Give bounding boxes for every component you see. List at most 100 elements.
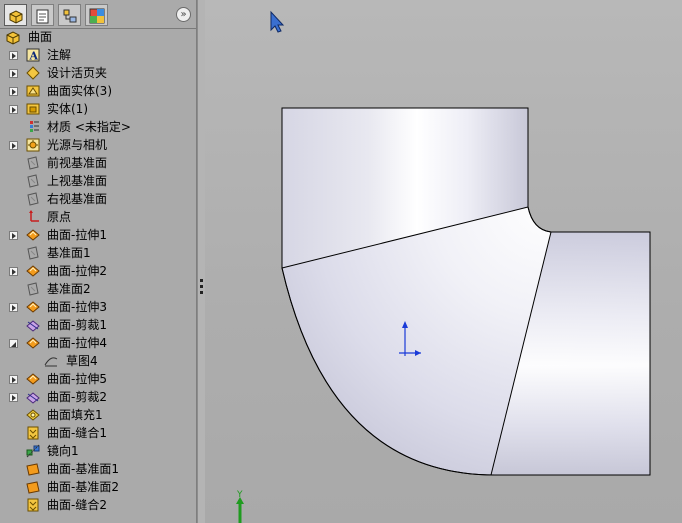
tree-item[interactable]: 曲面-缝合2: [0, 496, 196, 514]
double-chevron-right-icon: »: [180, 9, 187, 20]
tree-item[interactable]: 上视基准面: [0, 172, 196, 190]
tree-item[interactable]: 曲面-拉伸3: [0, 298, 196, 316]
surface-knit-icon: [25, 497, 41, 513]
expand-toggle-icon[interactable]: [9, 375, 18, 384]
plane-icon: [25, 191, 41, 207]
expand-toggle-icon[interactable]: [9, 303, 18, 312]
tree-item[interactable]: 曲面填充1: [0, 406, 196, 424]
tree-item-label: 曲面-拉伸1: [47, 228, 107, 242]
tree-item[interactable]: 基准面2: [0, 280, 196, 298]
tree-item-label: 基准面2: [47, 282, 91, 296]
surface-trim-icon: [25, 317, 41, 333]
tree-item-label: 前视基准面: [47, 156, 108, 170]
configuration-manager-icon: [63, 9, 77, 23]
feature-manager-tab[interactable]: [4, 4, 27, 26]
tree-item[interactable]: 草图4: [0, 352, 196, 370]
display-manager-icon: [89, 8, 105, 24]
tree-item-label: 设计活页夹: [47, 66, 108, 80]
tree-item-label: 曲面-缝合2: [47, 498, 107, 512]
expand-toggle-icon[interactable]: [9, 231, 18, 240]
tree-item[interactable]: 镜向1: [0, 442, 196, 460]
tree-item-label: 原点: [47, 210, 72, 224]
expand-toggle-icon[interactable]: [9, 87, 18, 96]
tree-item[interactable]: 曲面-拉伸1: [0, 226, 196, 244]
tree-item[interactable]: 光源与相机: [0, 136, 196, 154]
tree-item[interactable]: 曲面实体(3): [0, 82, 196, 100]
sketch-icon: [43, 353, 59, 369]
expand-toggle-icon[interactable]: [9, 51, 18, 60]
tree-item[interactable]: 曲面-拉伸4: [0, 334, 196, 352]
tree-item[interactable]: 曲面-拉伸5: [0, 370, 196, 388]
tree-item-label: 镜向1: [47, 444, 79, 458]
tree-item[interactable]: 前视基准面: [0, 154, 196, 172]
tree-item[interactable]: 基准面1: [0, 244, 196, 262]
view-triad: [236, 497, 244, 523]
material-icon: [25, 119, 41, 135]
expand-toggle-icon[interactable]: [9, 69, 18, 78]
tree-item-label: 曲面-剪裁1: [47, 318, 107, 332]
tree-item[interactable]: 曲面-基准面2: [0, 478, 196, 496]
expand-toggle-icon[interactable]: [9, 141, 18, 150]
planar-surface-icon: [25, 461, 41, 477]
feature-manager-panel: » 曲面 A 注解 设计活页夹 曲面实体(3) 实体(1) 材质 <未指定> 光源与相机 前视…: [0, 0, 197, 523]
lights-cameras-icon: [25, 137, 41, 153]
tree-item-label: 上视基准面: [47, 174, 108, 188]
tree-item-label: 曲面实体(3): [47, 84, 112, 98]
tree-item[interactable]: 曲面-缝合1: [0, 424, 196, 442]
tree-item[interactable]: 曲面-剪裁1: [0, 316, 196, 334]
configuration-manager-tab[interactable]: [58, 4, 81, 26]
tree-item[interactable]: 实体(1): [0, 100, 196, 118]
feature-manager-icon: [9, 10, 23, 24]
model-canvas[interactable]: Y: [205, 0, 682, 523]
tree-item-label: 曲面-拉伸2: [47, 264, 107, 278]
display-manager-tab[interactable]: [85, 4, 108, 26]
expand-toggle-icon[interactable]: [9, 267, 18, 276]
surface-extrude-icon: [25, 227, 41, 243]
collapse-toggle-icon[interactable]: [9, 339, 18, 348]
mirror-icon: [25, 443, 41, 459]
surface-extrude-icon: [25, 263, 41, 279]
property-manager-tab[interactable]: [31, 4, 54, 26]
plane-icon: [25, 155, 41, 171]
tree-item-label: 曲面填充1: [47, 408, 103, 422]
surface-bodies-icon: [25, 83, 41, 99]
panel-splitter[interactable]: [197, 0, 205, 523]
tree-item-label: 基准面1: [47, 246, 91, 260]
tree-item[interactable]: 曲面-剪裁2: [0, 388, 196, 406]
property-manager-icon: [36, 9, 49, 24]
solid-bodies-icon: [25, 101, 41, 117]
tree-item-label: 光源与相机: [47, 138, 108, 152]
surface-fill-icon: [25, 407, 41, 423]
tree-item-label: 草图4: [66, 354, 98, 368]
tree-item-label: 实体(1): [47, 102, 88, 116]
tree-item[interactable]: 原点: [0, 208, 196, 226]
tree-item[interactable]: 右视基准面: [0, 190, 196, 208]
splitter-grip-dot: [200, 279, 203, 282]
tree-item[interactable]: 设计活页夹: [0, 64, 196, 82]
tree-item-label: 曲面-缝合1: [47, 426, 107, 440]
tree-item-label: 注解: [47, 48, 72, 62]
cursor-arrow-icon: [270, 10, 285, 33]
collapse-panel-button[interactable]: »: [176, 7, 191, 22]
tree-item-label: 曲面-拉伸3: [47, 300, 107, 314]
tree-item[interactable]: A 注解: [0, 46, 196, 64]
tree-item-label: 曲面-拉伸4: [47, 336, 107, 350]
plane-icon: [25, 245, 41, 261]
graphics-viewport[interactable]: Y: [205, 0, 682, 523]
origin-icon: [25, 209, 41, 225]
annotations-icon: A: [25, 47, 41, 63]
surface-extrude-icon: [25, 299, 41, 315]
surface-knit-icon: [25, 425, 41, 441]
expand-toggle-icon[interactable]: [9, 105, 18, 114]
svg-text:A: A: [29, 50, 39, 63]
surface-extrude-icon: [25, 371, 41, 387]
expand-toggle-icon[interactable]: [9, 393, 18, 402]
tree-item[interactable]: 曲面-拉伸2: [0, 262, 196, 280]
surface-extrude-icon: [25, 335, 41, 351]
surface-trim-icon: [25, 389, 41, 405]
tree-item[interactable]: 曲面-基准面1: [0, 460, 196, 478]
planar-surface-icon: [25, 479, 41, 495]
tree-item-label: 材质 <未指定>: [47, 120, 131, 134]
tree-item[interactable]: 材质 <未指定>: [0, 118, 196, 136]
splitter-grip-dot: [200, 285, 203, 288]
